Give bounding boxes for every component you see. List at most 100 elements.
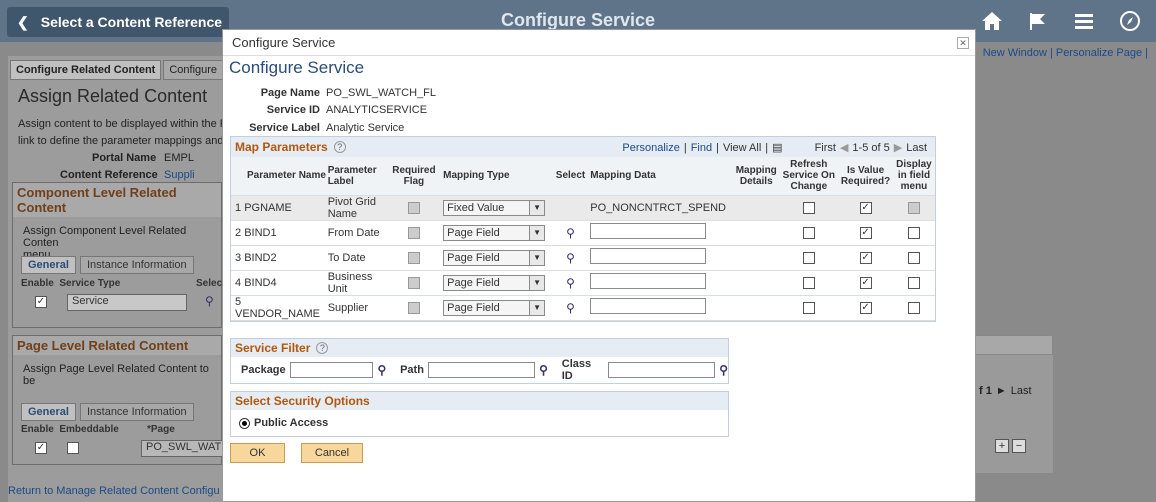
mapping-type-select[interactable]: Page Field ▼ (443, 224, 546, 241)
class-id-input[interactable] (608, 362, 716, 378)
first-link[interactable]: First (815, 142, 836, 154)
tab-configure-related-content[interactable]: Configure Related Content (10, 60, 162, 80)
search-icon[interactable]: ⚲ (377, 363, 386, 377)
last-link[interactable]: Last (906, 142, 927, 154)
mapping-type-select[interactable]: Page Field ▼ (443, 274, 546, 291)
page-value-field[interactable]: PO_SWL_WAT (141, 440, 223, 457)
public-access-label: Public Access (254, 417, 329, 429)
path-input[interactable] (427, 362, 536, 378)
chevron-down-icon: ▼ (529, 200, 545, 215)
personalize-link[interactable]: Personalize (622, 142, 679, 154)
mapping-data-input[interactable] (590, 223, 707, 239)
mapping-data-input[interactable] (590, 298, 707, 314)
component-service-select[interactable]: Service (67, 294, 187, 311)
right-nav-last[interactable]: Last (1011, 385, 1032, 397)
display-in-menu-checkbox (907, 201, 920, 214)
back-button[interactable]: ❮ Select a Content Reference (7, 7, 229, 37)
refresh-service-checkbox[interactable] (802, 226, 815, 239)
dialog-title: Configure Service (232, 35, 336, 50)
col-mapping-type[interactable]: Mapping Type (439, 157, 555, 196)
class-id-label: Class ID (561, 358, 592, 382)
table-row: 1 PGNAME Pivot Grid Name Fixed Value ▼ PO… (231, 195, 935, 221)
service-id-value: ANALYTICSERVICE (326, 104, 428, 116)
public-access-radio[interactable] (239, 417, 250, 429)
background-desc-1: Assign content to be displayed within th… (18, 118, 228, 130)
table-row: 2 BIND1 From Date Page Field ▼ ⚲ ✓ (231, 220, 935, 246)
home-icon[interactable] (976, 6, 1008, 36)
is-value-required-checkbox[interactable]: ✓ (859, 201, 872, 214)
component-columns: Enable Service Type (21, 278, 121, 289)
display-in-menu-checkbox[interactable] (907, 226, 920, 239)
search-icon[interactable]: ⚲ (205, 294, 214, 308)
chevron-down-icon: ▼ (529, 300, 545, 315)
mapping-type-value: Page Field (447, 276, 500, 289)
col-select[interactable]: Select (554, 157, 587, 196)
chevron-down-icon: ▼ (529, 250, 545, 265)
page-tab-general[interactable]: General (21, 403, 76, 421)
page-name-value: PO_SWL_WATCH_FL (326, 87, 437, 99)
col-mapping-details[interactable]: Mapping Details (733, 157, 780, 196)
close-icon[interactable]: ✕ (957, 37, 969, 49)
mapping-type-select[interactable]: Page Field ▼ (443, 249, 546, 266)
mapping-type-select[interactable]: Page Field ▼ (443, 299, 546, 316)
search-icon[interactable]: ⚲ (539, 363, 548, 377)
col-refresh-service[interactable]: Refresh Service On Change (779, 157, 839, 196)
mapping-data-value: PO_NONCNTRCT_SPEND (586, 195, 734, 221)
chevron-down-icon: ▼ (529, 225, 545, 240)
find-link[interactable]: Find (691, 142, 712, 154)
page-level-title: Page Level Related Content (13, 336, 221, 355)
previous-arrow-icon[interactable]: ◀ (840, 141, 848, 154)
content-ref-value[interactable]: Suppli (164, 169, 195, 181)
flag-icon[interactable] (1022, 6, 1054, 36)
col-is-value-required[interactable]: Is Value Required? (838, 157, 893, 196)
mapping-type-select[interactable]: Fixed Value ▼ (443, 199, 546, 216)
package-input[interactable] (289, 362, 374, 378)
page-embeddable-checkbox[interactable] (67, 442, 79, 455)
return-link[interactable]: Return to Manage Related Content Configu (8, 485, 220, 497)
page-links[interactable]: New Window | Personalize Page | (983, 47, 1148, 59)
search-icon[interactable]: ⚲ (719, 363, 728, 377)
next-arrow-icon[interactable]: ► (996, 385, 1007, 397)
delete-row-icon[interactable]: − (1012, 439, 1026, 453)
col-parameter-label[interactable]: Parameter Label (327, 157, 389, 196)
compass-icon[interactable] (1114, 6, 1146, 36)
page-enable-checkbox[interactable]: ✓ (35, 442, 47, 455)
add-row-icon[interactable]: + (995, 439, 1009, 453)
refresh-service-checkbox[interactable] (802, 251, 815, 264)
cancel-button[interactable]: Cancel (301, 443, 363, 463)
search-icon[interactable]: ⚲ (554, 295, 587, 321)
mapping-data-input[interactable] (590, 273, 707, 289)
refresh-service-checkbox[interactable] (802, 201, 815, 214)
view-all-link[interactable]: View All (723, 142, 761, 154)
security-options-header: Select Security Options (231, 392, 728, 410)
menu-icon[interactable] (1068, 6, 1100, 36)
col-parameter-name[interactable]: Parameter Name (231, 157, 328, 196)
refresh-service-checkbox[interactable] (802, 276, 815, 289)
component-enable-checkbox[interactable]: ✓ (35, 296, 47, 309)
component-tab-instance[interactable]: Instance Information (79, 256, 194, 274)
search-icon[interactable]: ⚲ (554, 245, 587, 271)
search-icon[interactable]: ⚲ (554, 220, 587, 246)
parameter-label: To Date (327, 245, 389, 271)
ok-button[interactable]: OK (230, 443, 285, 463)
col-mapping-data[interactable]: Mapping Data (586, 157, 734, 196)
tab-configure[interactable]: Configure (163, 60, 224, 80)
page-tab-instance[interactable]: Instance Information (79, 403, 194, 421)
display-in-menu-checkbox[interactable] (907, 251, 920, 264)
is-value-required-checkbox[interactable]: ✓ (859, 301, 872, 314)
download-icon[interactable]: ▤ (772, 141, 782, 154)
mapping-data-input[interactable] (590, 248, 707, 264)
next-arrow-icon[interactable]: ▶ (894, 141, 902, 154)
help-icon[interactable]: ? (333, 141, 346, 153)
display-in-menu-checkbox[interactable] (907, 301, 920, 314)
col-required-flag[interactable]: Required Flag (388, 157, 440, 196)
refresh-service-checkbox[interactable] (802, 301, 815, 314)
component-tab-general[interactable]: General (21, 256, 76, 274)
is-value-required-checkbox[interactable]: ✓ (859, 226, 872, 239)
is-value-required-checkbox[interactable]: ✓ (859, 251, 872, 264)
col-display-in-field-menu[interactable]: Display in field menu (892, 157, 935, 196)
search-icon[interactable]: ⚲ (554, 270, 587, 296)
help-icon[interactable]: ? (316, 342, 329, 354)
is-value-required-checkbox[interactable]: ✓ (859, 276, 872, 289)
display-in-menu-checkbox[interactable] (907, 276, 920, 289)
